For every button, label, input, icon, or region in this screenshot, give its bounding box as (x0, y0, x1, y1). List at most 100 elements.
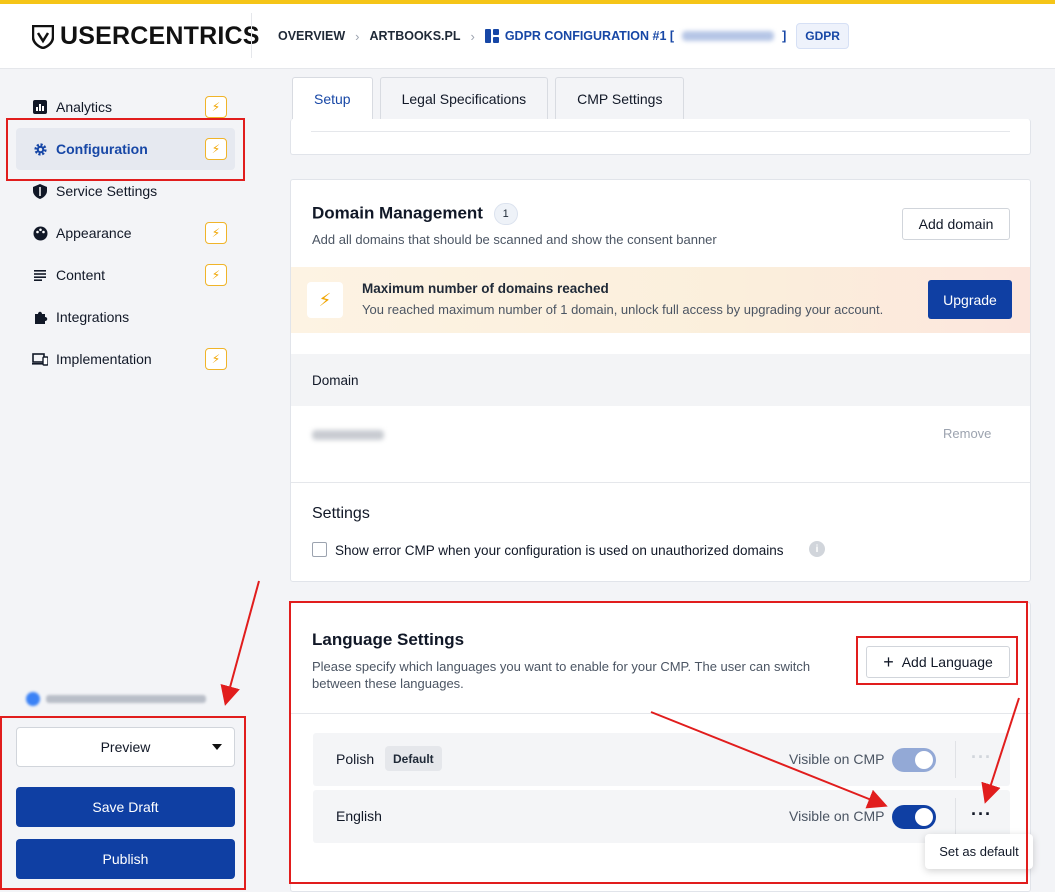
lightning-icon: ⚡ (205, 264, 227, 286)
accent-bar (0, 0, 1055, 4)
breadcrumb-overview[interactable]: OVERVIEW (278, 29, 345, 43)
domain-management-title: Domain Management 1 (312, 203, 518, 225)
default-badge: Default (385, 746, 442, 771)
shield-logo-icon (32, 24, 54, 49)
publish-button[interactable]: Publish (16, 839, 235, 879)
breadcrumb-configuration-suffix: ] (782, 29, 787, 43)
language-row-polish: Polish Default Visible on CMP ··· (313, 733, 1010, 786)
tab-legal-specifications[interactable]: Legal Specifications (379, 77, 549, 119)
remove-domain-link[interactable]: Remove (943, 426, 991, 441)
chevron-right-icon: › (355, 28, 360, 44)
language-settings-title: Language Settings (312, 630, 465, 649)
sidebar-item-service-settings[interactable]: Service Settings (16, 170, 235, 212)
logo[interactable]: USERCENTRICS (32, 22, 260, 51)
caret-down-icon (212, 744, 222, 750)
breadcrumb-configuration-label: GDPR CONFIGURATION #1 [ (504, 29, 675, 43)
sidebar-item-content[interactable]: Content ⚡ (16, 254, 235, 296)
set-as-default-option[interactable]: Set as default (925, 834, 1033, 869)
visible-toggle-polish[interactable] (892, 748, 936, 772)
sidebar-item-label: Content (56, 267, 106, 283)
lines-icon (32, 267, 48, 283)
more-options-icon: ··· (971, 747, 992, 767)
toggle-knob (915, 751, 933, 769)
sidebar-item-label: Implementation (56, 351, 152, 367)
sidebar-item-label: Analytics (56, 99, 113, 115)
sidebar-item-label: Service Settings (56, 183, 158, 199)
sidebar-item-integrations[interactable]: Integrations (16, 296, 235, 338)
shield-icon (32, 183, 48, 199)
lightning-icon: ⚡ (205, 138, 227, 160)
devices-icon (32, 351, 48, 367)
more-options-icon[interactable]: ··· (971, 804, 992, 824)
lightning-icon: ⚡ (205, 222, 227, 244)
domain-value-blurred (312, 430, 384, 440)
preview-dropdown[interactable]: Preview (16, 727, 235, 767)
sidebar-item-analytics[interactable]: Analytics ⚡ (16, 86, 235, 128)
max-domains-warning: ⚡ Maximum number of domains reached You … (291, 267, 1030, 333)
unauthorized-domain-checkbox[interactable] (312, 542, 327, 557)
plus-icon: + (883, 652, 894, 672)
settings-title: Settings (312, 505, 370, 522)
warning-description: You reached maximum number of 1 domain, … (362, 302, 884, 317)
language-row-english: English Visible on CMP ··· (313, 790, 1010, 843)
header-divider (251, 13, 252, 58)
palette-icon (32, 225, 48, 241)
breadcrumb-configuration[interactable]: GDPR CONFIGURATION #1 [] (484, 29, 787, 43)
sidebar: Analytics ⚡ Configuration ⚡ Service Sett… (0, 69, 251, 892)
domain-count-badge: 1 (493, 203, 518, 225)
logo-text: USERCENTRICS (60, 22, 260, 50)
language-name: English (336, 808, 382, 824)
chevron-right-icon: › (470, 28, 475, 44)
language-name: Polish (336, 751, 375, 767)
language-settings-description: Please specify which languages you want … (312, 659, 811, 691)
breadcrumb: OVERVIEW › ARTBOOKS.PL › GDPR CONFIGURAT… (278, 22, 849, 50)
lightning-icon: ⚡ (307, 282, 343, 318)
main-content: Setup Legal Specifications CMP Settings … (252, 69, 1055, 892)
puzzle-icon (32, 309, 48, 325)
tab-bar: Setup Legal Specifications CMP Settings (292, 77, 685, 119)
gdpr-badge: GDPR (796, 23, 849, 49)
breadcrumb-artbooks[interactable]: ARTBOOKS.PL (370, 29, 461, 43)
divider (291, 482, 1030, 483)
add-language-label: Add Language (901, 654, 993, 670)
add-domain-button[interactable]: Add domain (902, 208, 1010, 240)
sidebar-item-label: Integrations (56, 309, 130, 325)
upgrade-button[interactable]: Upgrade (928, 280, 1012, 319)
toggle-knob (915, 808, 933, 826)
save-draft-button[interactable]: Save Draft (16, 787, 235, 827)
divider (955, 798, 956, 835)
visible-on-cmp-label: Visible on CMP (789, 751, 885, 767)
sidebar-item-appearance[interactable]: Appearance ⚡ (16, 212, 235, 254)
blurred-config-id (682, 31, 775, 41)
layout-icon (484, 29, 499, 43)
unsaved-changes-blurred (46, 695, 206, 703)
bar-chart-icon (32, 99, 48, 115)
sidebar-item-implementation[interactable]: Implementation ⚡ (16, 338, 235, 380)
lightning-icon: ⚡ (205, 96, 227, 118)
tab-setup[interactable]: Setup (292, 77, 373, 119)
sidebar-item-configuration[interactable]: Configuration ⚡ (16, 128, 235, 170)
tab-cmp-settings[interactable]: CMP Settings (555, 77, 685, 119)
sidebar-item-label: Appearance (56, 225, 132, 241)
divider (291, 713, 1030, 714)
unsaved-changes-notice (26, 688, 216, 710)
gear-icon (32, 141, 48, 157)
divider (311, 131, 1010, 132)
language-settings-card: Language Settings Please specify which l… (290, 602, 1033, 892)
visible-on-cmp-label: Visible on CMP (789, 808, 885, 824)
previous-section-card (290, 119, 1031, 155)
info-icon[interactable]: i (809, 541, 825, 557)
info-dot-icon (26, 692, 40, 706)
domain-table-header: Domain (291, 354, 1030, 406)
divider (955, 741, 956, 778)
preview-label: Preview (100, 739, 151, 755)
domain-management-title-text: Domain Management (312, 203, 483, 223)
lightning-icon: ⚡ (205, 348, 227, 370)
top-bar: USERCENTRICS OVERVIEW › ARTBOOKS.PL › GD… (0, 0, 1055, 69)
sidebar-item-label: Configuration (56, 141, 148, 157)
unauthorized-domain-label: Show error CMP when your configuration i… (335, 543, 784, 558)
add-language-button[interactable]: + Add Language (866, 646, 1010, 678)
domain-management-description: Add all domains that should be scanned a… (312, 232, 717, 247)
warning-title: Maximum number of domains reached (362, 281, 609, 296)
visible-toggle-english[interactable] (892, 805, 936, 829)
